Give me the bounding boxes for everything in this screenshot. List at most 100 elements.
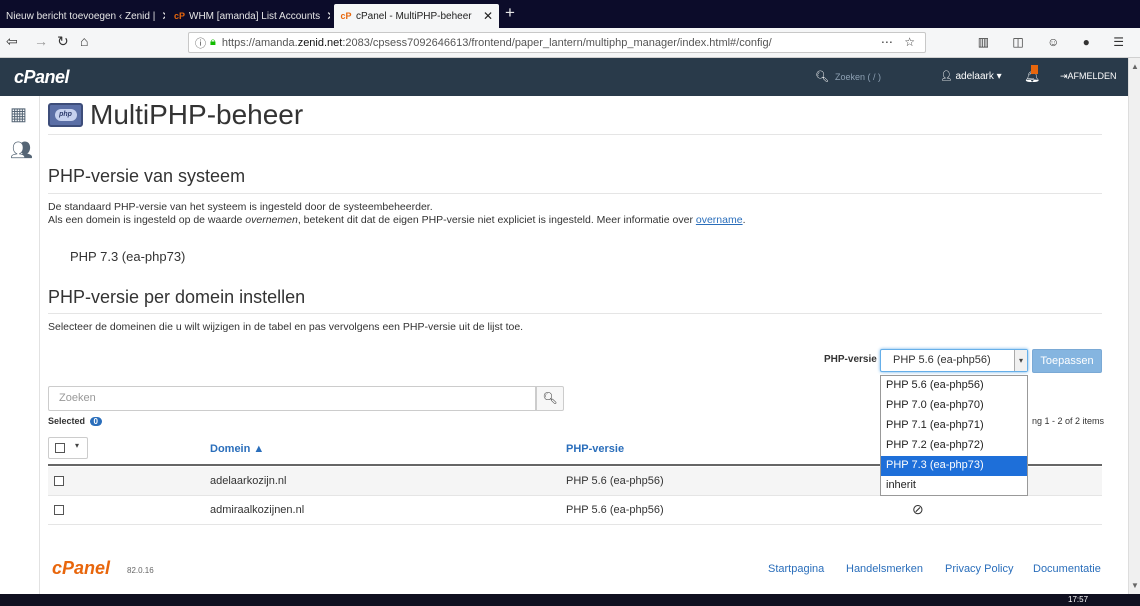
cpanel-icon: cP [174, 11, 186, 21]
system-php-description: De standaard PHP-versie van het systeem … [48, 201, 746, 227]
column-header-domain[interactable]: Domein ▲ [210, 443, 264, 455]
domain-search-input[interactable]: Zoeken [48, 386, 536, 411]
search-icon: 🔍︎ [542, 391, 558, 405]
scrollbar[interactable]: ▲ ▼ [1128, 58, 1140, 594]
browser-tab-active[interactable]: cP cPanel - MultiPHP-beheer ✕ [334, 4, 499, 28]
back-icon[interactable]: ⇦ [6, 33, 18, 50]
php-version-label: PHP-versie [824, 354, 877, 365]
selected-count-badge: 0 [89, 417, 102, 426]
system-desc-text: . [742, 214, 746, 226]
reload-icon[interactable]: ↻ [57, 33, 69, 50]
toolbar-icons[interactable]: ▥ ◫ ☺ ● ☰ [978, 35, 1134, 49]
chevron-down-icon[interactable]: ▾ [1014, 350, 1027, 371]
inheritance-link[interactable]: overname [696, 214, 743, 226]
dropdown-option[interactable]: PHP 7.1 (ea-php71) [881, 416, 1027, 436]
dropdown-option[interactable]: PHP 7.0 (ea-php70) [881, 396, 1027, 416]
page-title: MultiPHP-beheer [90, 99, 304, 130]
main-content: php MultiPHP-beheer PHP-versie van syste… [48, 96, 1108, 594]
notifications-bell-icon[interactable]: 🔔︎ [1024, 65, 1041, 84]
paging-info: ng 1 - 2 of 2 items [1032, 416, 1105, 426]
header-search-placeholder: Zoeken ( / ) [834, 72, 881, 82]
footer-link-documentation[interactable]: Documentatie [1033, 563, 1101, 575]
user-icon: 👤︎ [940, 71, 953, 82]
php-icon: php [48, 103, 83, 127]
logout-button[interactable]: ⇥AFMELDEN [1060, 71, 1117, 82]
select-all-dropdown[interactable]: ▾ [48, 437, 88, 459]
apply-button[interactable]: Toepassen [1032, 349, 1102, 373]
users-icon[interactable]: 👥︎ [10, 140, 33, 161]
browser-tab[interactable]: Nieuw bericht toevoegen ‹ Zenid | ✕ [0, 4, 165, 28]
sidebar: ▦ 👥︎ [0, 96, 40, 594]
taskbar-clock: 17:57 [1068, 595, 1089, 604]
notification-badge [1031, 65, 1038, 74]
system-desc-text: , betekent dit dat de eigen PHP-versie n… [297, 214, 696, 226]
home-icon[interactable]: ⌂ [80, 33, 88, 49]
grid-icon[interactable]: ▦ [10, 104, 27, 125]
tab-title: Nieuw bericht toevoegen ‹ Zenid | [6, 10, 156, 22]
row-php-version: PHP 5.6 (ea-php56) [566, 504, 664, 516]
close-icon[interactable]: ✕ [477, 9, 493, 23]
dropdown-option[interactable]: PHP 7.2 (ea-php72) [881, 436, 1027, 456]
url-bar[interactable]: ⓘ 🔒︎ https://amanda. zenid.net:2083/cpses… [188, 32, 926, 53]
footer-link-trademarks[interactable]: Handelsmerken [846, 563, 923, 575]
os-taskbar: 17:57 [0, 594, 1140, 606]
browser-nav-bar: ⇦ → ↻ ⌂ ⓘ 🔒︎ https://amanda. zenid.net:20… [0, 28, 1140, 58]
url-path: :2083/cpsess7092646613/frontend/paper_la… [342, 36, 772, 49]
browser-tab-bar: Nieuw bericht toevoegen ‹ Zenid | ✕ cP W… [0, 0, 1140, 28]
header-search[interactable]: 🔍︎ Zoeken ( / ) [815, 70, 881, 83]
divider [48, 313, 1102, 314]
footer-link-home[interactable]: Startpagina [768, 563, 824, 575]
php-version-dropdown: PHP 5.6 (ea-php56) PHP 7.0 (ea-php70) PH… [880, 375, 1028, 496]
scroll-up-icon[interactable]: ▲ [1131, 62, 1139, 71]
dropdown-option-highlighted[interactable]: PHP 7.3 (ea-php73) [881, 456, 1027, 476]
dropdown-option[interactable]: inherit [881, 476, 1027, 496]
search-button[interactable]: 🔍︎ [536, 386, 564, 411]
scroll-down-icon[interactable]: ▼ [1131, 581, 1139, 590]
user-menu[interactable]: 👤︎ adelaark ▾ [940, 71, 1002, 82]
row-checkbox[interactable] [54, 476, 64, 486]
footer: cPanel 82.0.16 Startpagina Handelsmerken… [48, 558, 1102, 582]
row-php-version: PHP 5.6 (ea-php56) [566, 475, 664, 487]
column-header-php-version[interactable]: PHP-versie [566, 443, 624, 455]
selected-count: Selected 0 [48, 416, 102, 426]
php-icon-text: php [54, 109, 77, 121]
logout-label: AFMELDEN [1067, 71, 1117, 81]
not-allowed-icon: ⊘ [912, 501, 924, 517]
logout-icon: ⇥ [1060, 71, 1068, 81]
system-php-heading: PHP-versie van systeem [48, 166, 246, 186]
page-actions-icon[interactable]: ⋯ ☆ [881, 35, 919, 49]
footer-version: 82.0.16 [127, 566, 154, 575]
close-icon[interactable]: ✕ [155, 9, 165, 23]
url-host: zenid.net [297, 36, 343, 49]
tab-title: cPanel - MultiPHP-beheer [356, 10, 472, 22]
system-desc-emphasis: overnemen [245, 214, 298, 226]
cpanel-icon: cP [340, 11, 352, 21]
search-icon: 🔍︎ [815, 71, 829, 83]
selected-label: Selected [48, 416, 86, 426]
forward-icon[interactable]: → [34, 33, 48, 49]
cpanel-logo[interactable]: cPanel [14, 67, 70, 88]
info-icon[interactable]: ⓘ [195, 35, 206, 51]
close-icon[interactable]: ✕ [320, 9, 330, 23]
domain-php-heading: PHP-versie per domein instellen [48, 287, 306, 307]
caret-down-icon[interactable]: ▾ [75, 441, 79, 450]
table-row: admiraalkozijnen.nl PHP 5.6 (ea-php56) ⊘ [48, 496, 1102, 525]
url-prefix: https://amanda. [221, 36, 298, 49]
domain-php-description: Selecteer de domeinen die u wilt wijzige… [48, 321, 524, 333]
lock-icon: 🔒︎ [210, 36, 216, 48]
footer-link-privacy[interactable]: Privacy Policy [945, 563, 1013, 575]
user-name: adelaark [955, 71, 994, 82]
footer-logo: cPanel [52, 558, 111, 578]
php-version-select[interactable]: PHP 5.6 (ea-php56) ▾ [880, 349, 1028, 372]
dropdown-option[interactable]: PHP 5.6 (ea-php56) [881, 376, 1027, 396]
new-tab-icon[interactable]: + [505, 3, 515, 23]
select-all-checkbox[interactable] [55, 443, 65, 453]
tab-title: WHM [amanda] List Accounts [189, 10, 321, 22]
browser-tab[interactable]: cP WHM [amanda] List Accounts ✕ [168, 4, 330, 28]
php-version-selected: PHP 5.6 (ea-php56) [893, 354, 991, 366]
cpanel-header: cPanel 🔍︎ Zoeken ( / ) 👤︎ adelaark ▾ 🔔︎ ⇥… [0, 58, 1128, 96]
system-php-version: PHP 7.3 (ea-php73) [70, 249, 186, 264]
system-desc-line1: De standaard PHP-versie van het systeem … [48, 201, 433, 213]
row-domain: admiraalkozijnen.nl [210, 504, 305, 516]
row-checkbox[interactable] [54, 505, 64, 515]
